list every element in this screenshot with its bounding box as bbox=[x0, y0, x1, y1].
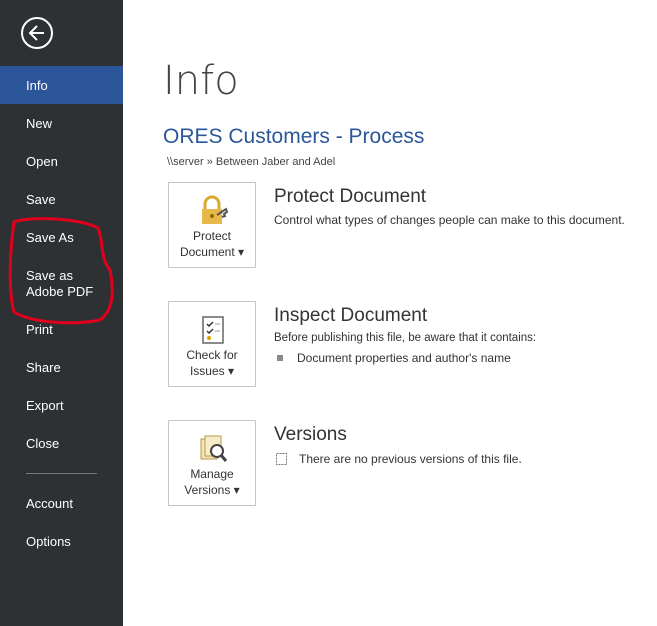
backstage-sidebar: Info New Open Save Save As Save as Adobe… bbox=[0, 0, 123, 626]
protect-button-line1: Protect bbox=[192, 229, 231, 243]
nav-info-label: Info bbox=[26, 77, 48, 93]
nav-account[interactable]: Account bbox=[0, 484, 123, 522]
back-arrow-icon bbox=[28, 25, 44, 41]
nav-save-as-adobe-pdf[interactable]: Save as Adobe PDF bbox=[0, 258, 110, 310]
nav-new-label: New bbox=[26, 115, 53, 131]
inspect-heading: Inspect Document bbox=[274, 305, 428, 326]
info-pane: Info ORES Customers - Process \\server »… bbox=[123, 0, 657, 626]
nav-save-as-label: Save As bbox=[26, 229, 74, 245]
page-title: Info bbox=[163, 58, 239, 104]
nav-export[interactable]: Export bbox=[0, 386, 123, 424]
nav-account-label: Account bbox=[26, 495, 73, 511]
manage-versions-line2: Versions ▾ bbox=[184, 483, 240, 497]
nav-save-label: Save bbox=[26, 191, 56, 207]
back-button[interactable] bbox=[21, 17, 53, 49]
check-document-icon bbox=[202, 316, 224, 344]
inspect-description: Before publishing this file, be aware th… bbox=[274, 332, 537, 344]
inspect-bullet-text: Document properties and author's name bbox=[297, 351, 511, 365]
check-for-issues-button[interactable]: Check for Issues ▾ bbox=[168, 301, 256, 387]
nav-export-label: Export bbox=[26, 397, 64, 413]
protect-button-line2: Document ▾ bbox=[179, 245, 245, 259]
nav-save[interactable]: Save bbox=[0, 180, 123, 218]
nav-close-label: Close bbox=[26, 435, 60, 451]
nav-open[interactable]: Open bbox=[0, 142, 123, 180]
nav-save-as[interactable]: Save As bbox=[0, 218, 123, 256]
nav-options[interactable]: Options bbox=[0, 522, 123, 560]
lock-key-icon bbox=[202, 195, 229, 224]
check-issues-line1: Check for bbox=[186, 348, 238, 362]
document-path: \\server » Between Jaber and Adel bbox=[167, 156, 336, 168]
manage-versions-line1: Manage bbox=[190, 467, 234, 481]
nav-info[interactable]: Info bbox=[0, 66, 123, 104]
nav-print-label: Print bbox=[26, 321, 53, 337]
protect-description: Control what types of changes people can… bbox=[274, 213, 625, 227]
document-title: ORES Customers - Process bbox=[163, 125, 425, 148]
nav-print[interactable]: Print bbox=[0, 310, 123, 348]
nav-save-as-adobe-pdf-label: Save as Adobe PDF bbox=[26, 268, 94, 299]
nav-share[interactable]: Share bbox=[0, 348, 123, 386]
check-issues-line2: Issues ▾ bbox=[189, 364, 235, 378]
inspect-bullet: Document properties and author's name bbox=[277, 351, 511, 365]
versions-row: There are no previous versions of this f… bbox=[275, 452, 522, 466]
manage-versions-button[interactable]: Manage Versions ▾ bbox=[168, 420, 256, 506]
versions-magnifier-icon bbox=[200, 435, 228, 462]
document-version-icon bbox=[276, 453, 287, 465]
nav-open-label: Open bbox=[26, 153, 58, 169]
nav-close[interactable]: Close bbox=[0, 424, 123, 462]
nav-options-label: Options bbox=[26, 533, 71, 549]
nav-share-label: Share bbox=[26, 359, 61, 375]
versions-description: There are no previous versions of this f… bbox=[299, 452, 522, 466]
bullet-square-icon bbox=[277, 355, 283, 361]
nav-new[interactable]: New bbox=[0, 104, 123, 142]
nav-separator bbox=[26, 473, 97, 474]
protect-document-button[interactable]: Protect Document ▾ bbox=[168, 182, 256, 268]
versions-heading: Versions bbox=[274, 424, 347, 445]
protect-heading: Protect Document bbox=[274, 186, 427, 207]
